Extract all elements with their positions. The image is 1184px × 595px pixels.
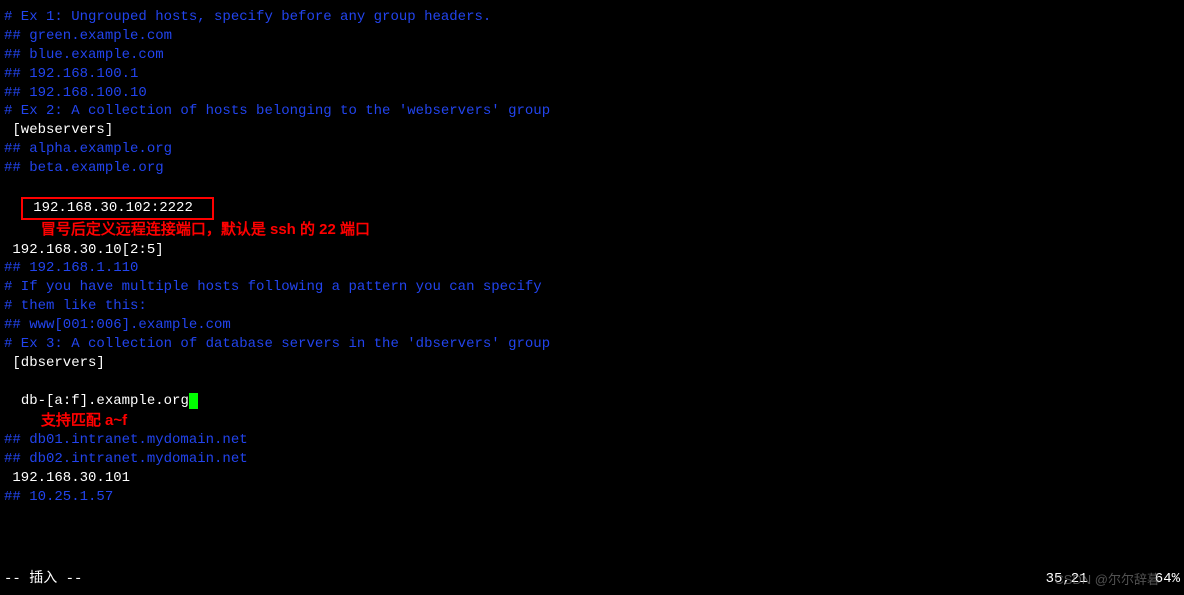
highlighted-host-row: 192.168.30.102:2222 冒号后定义远程连接端口，默认是 ssh …	[0, 178, 1184, 241]
db-pattern-text: db-[a:f].example.org	[21, 393, 189, 409]
comment-beta: ## beta.example.org	[0, 159, 1184, 178]
comment-ip110: ## 192.168.1.110	[0, 259, 1184, 278]
comment-alpha: ## alpha.example.org	[0, 140, 1184, 159]
vim-mode: -- 插入 --	[4, 570, 82, 589]
comment-ip1025: ## 10.25.1.57	[0, 488, 1184, 507]
cursor	[189, 393, 198, 409]
annotation-port: 冒号后定义远程连接端口，默认是 ssh 的 22 端口	[41, 220, 370, 240]
highlighted-host: 192.168.30.102:2222	[21, 197, 214, 220]
comment-green: ## green.example.com	[0, 27, 1184, 46]
vim-status-bar: -- 插入 -- 35,21 64%	[0, 570, 1184, 589]
db-pattern-row: db-[a:f].example.org 支持匹配 a~f	[0, 373, 1184, 432]
comment-ex1: # Ex 1: Ungrouped hosts, specify before …	[0, 8, 1184, 27]
comment-pattern1: # If you have multiple hosts following a…	[0, 278, 1184, 297]
host-range: 192.168.30.10[2:5]	[0, 241, 1184, 260]
comment-ip2: ## 192.168.100.10	[0, 84, 1184, 103]
comment-ex3: # Ex 3: A collection of database servers…	[0, 335, 1184, 354]
group-webservers: [webservers]	[0, 121, 1184, 140]
comment-db01: ## db01.intranet.mydomain.net	[0, 431, 1184, 450]
host-port-text: 192.168.30.102:2222	[25, 200, 210, 216]
comment-www: ## www[001:006].example.com	[0, 316, 1184, 335]
host-ip101: 192.168.30.101	[0, 469, 1184, 488]
comment-ex2: # Ex 2: A collection of hosts belonging …	[0, 102, 1184, 121]
group-dbservers: [dbservers]	[0, 354, 1184, 373]
comment-db02: ## db02.intranet.mydomain.net	[0, 450, 1184, 469]
watermark: CSDN @尔尔辞暮	[1054, 571, 1160, 589]
comment-ip1: ## 192.168.100.1	[0, 65, 1184, 84]
annotation-pattern: 支持匹配 a~f	[41, 411, 127, 431]
comment-pattern2: # them like this:	[0, 297, 1184, 316]
comment-blue: ## blue.example.com	[0, 46, 1184, 65]
